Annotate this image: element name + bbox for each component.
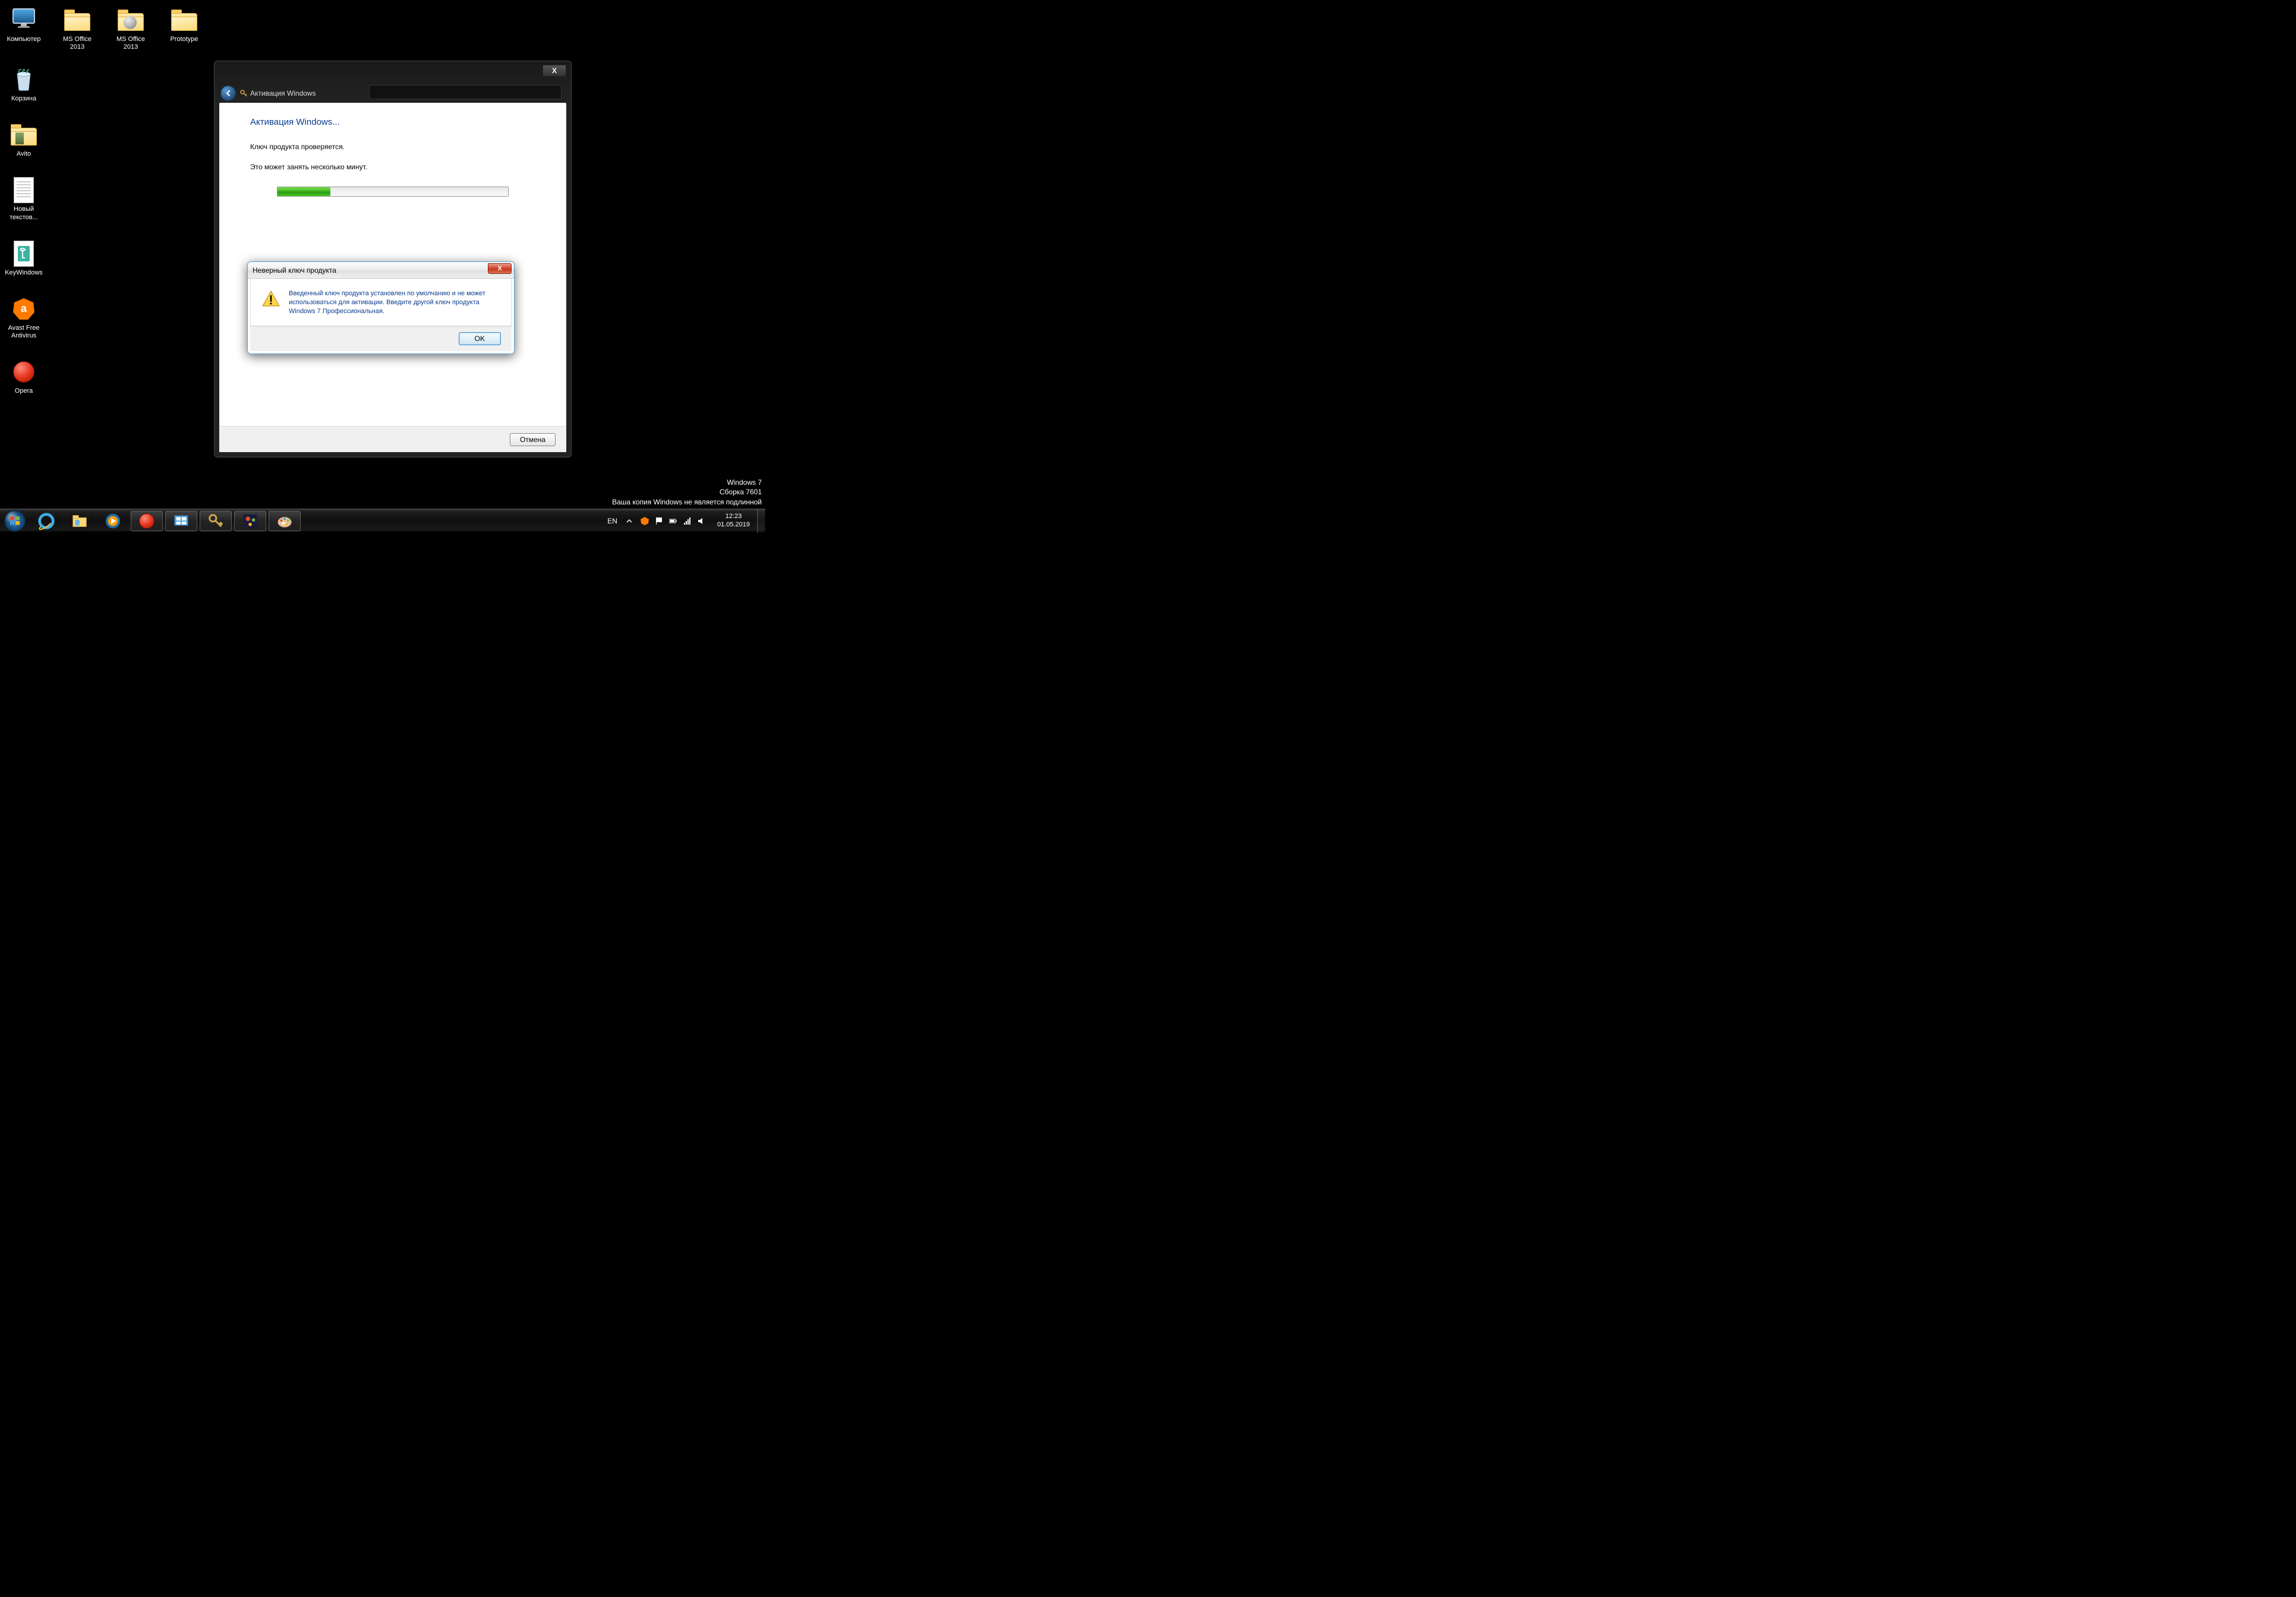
language-indicator[interactable]: EN bbox=[603, 517, 622, 525]
icon-label: Prototype bbox=[170, 36, 198, 43]
tray-battery-icon[interactable] bbox=[668, 516, 678, 526]
desktop-icon-textdoc[interactable]: Новый текстов... bbox=[3, 176, 45, 221]
address-area bbox=[369, 85, 562, 99]
close-button[interactable]: X bbox=[543, 65, 566, 77]
show-desktop-button[interactable] bbox=[757, 509, 764, 533]
taskbar-clock[interactable]: 12:23 01.05.2019 bbox=[712, 513, 755, 528]
messagebox-footer: OK bbox=[250, 326, 512, 351]
ok-button[interactable]: OK bbox=[459, 332, 501, 345]
progress-bar bbox=[277, 187, 509, 197]
opera-icon bbox=[10, 358, 38, 386]
folder-icon bbox=[116, 6, 145, 34]
taskbar-item-control[interactable] bbox=[165, 511, 197, 531]
windows-watermark: Windows 7 Сборка 7601 Ваша копия Windows… bbox=[612, 478, 762, 507]
cancel-button[interactable]: Отмена bbox=[510, 433, 556, 446]
tray-chevron-up-icon[interactable] bbox=[625, 516, 634, 526]
taskbar-items bbox=[30, 509, 302, 532]
messagebox: Неверный ключ продукта X Введенный ключ … bbox=[247, 261, 515, 354]
window-titlebar[interactable]: X Активация Windows bbox=[215, 61, 571, 98]
avast-icon: a bbox=[10, 295, 38, 323]
taskbar-item-activation[interactable] bbox=[200, 511, 232, 531]
messagebox-title: Неверный ключ продукта bbox=[253, 266, 336, 274]
desktop-icon-opera[interactable]: Opera bbox=[3, 358, 45, 395]
tray-network-icon[interactable] bbox=[683, 516, 692, 526]
messagebox-text: Введенный ключ продукта установлен по ум… bbox=[289, 289, 500, 316]
desktop-icon-avast[interactable]: a Avast Free Antivirus bbox=[3, 295, 45, 340]
icon-label: Корзина bbox=[11, 95, 36, 103]
recycle-bin-icon bbox=[10, 65, 38, 94]
taskbar-item-app[interactable] bbox=[234, 511, 266, 531]
desktop-icon-msoffice1[interactable]: MS Office 2013 bbox=[56, 6, 98, 51]
computer-icon bbox=[10, 6, 38, 34]
taskbar-item-explorer[interactable] bbox=[63, 509, 96, 532]
close-button[interactable]: X bbox=[488, 263, 512, 274]
windows-logo-icon bbox=[9, 515, 21, 527]
icon-label: Компьютер bbox=[7, 36, 41, 43]
icon-label: Opera bbox=[15, 387, 33, 395]
key-icon bbox=[239, 89, 248, 97]
desktop-icon-recyclebin[interactable]: Корзина bbox=[3, 65, 45, 103]
taskbar-item-ie[interactable] bbox=[30, 509, 63, 532]
icon-label: Новый текстов... bbox=[3, 206, 45, 221]
content-text: Это может занять несколько минут. bbox=[250, 163, 535, 171]
watermark-line: Сборка 7601 bbox=[612, 487, 762, 497]
clock-date: 01.05.2019 bbox=[717, 521, 750, 529]
desktop-icon-keywindows[interactable]: KeyWindows bbox=[3, 239, 45, 277]
desktop-icons: Компьютер MS Office 2013 MS Office 2013 … bbox=[3, 6, 205, 51]
tray-volume-icon[interactable] bbox=[697, 516, 707, 526]
icon-label: MS Office 2013 bbox=[56, 36, 98, 51]
content-heading: Активация Windows... bbox=[250, 117, 535, 127]
taskbar-item-mediaplayer[interactable] bbox=[96, 509, 130, 532]
back-button[interactable] bbox=[220, 86, 236, 101]
watermark-line: Windows 7 bbox=[612, 478, 762, 488]
desktop-icon-prototype[interactable]: Prototype bbox=[163, 6, 205, 51]
icon-label: KeyWindows bbox=[5, 269, 43, 277]
messagebox-titlebar[interactable]: Неверный ключ продукта X bbox=[248, 262, 514, 279]
taskbar-item-paint[interactable] bbox=[269, 511, 301, 531]
watermark-line: Ваша копия Windows не является подлинной bbox=[612, 497, 762, 507]
desktop-icon-msoffice2[interactable]: MS Office 2013 bbox=[110, 6, 152, 51]
content-text: Ключ продукта проверяется. bbox=[250, 143, 535, 151]
document-icon bbox=[10, 176, 38, 204]
icon-label: MS Office 2013 bbox=[110, 36, 152, 51]
window-footer: Отмена bbox=[219, 426, 566, 452]
window-title: Активация Windows bbox=[239, 89, 316, 97]
taskbar: EN 12:23 01.05.2019 bbox=[0, 509, 765, 532]
progress-fill bbox=[277, 187, 330, 196]
clock-time: 12:23 bbox=[717, 513, 750, 520]
desktop-col: Корзина Avito Новый текстов... KeyWindow… bbox=[3, 65, 45, 396]
tray-avast-icon[interactable] bbox=[640, 516, 649, 526]
tray-flag-icon[interactable] bbox=[654, 516, 664, 526]
icon-label: Avast Free Antivirus bbox=[3, 324, 45, 340]
activation-window: X Активация Windows Активация Windows...… bbox=[214, 61, 572, 457]
start-button[interactable] bbox=[0, 509, 30, 533]
desktop-icon-avito[interactable]: Avito bbox=[3, 121, 45, 158]
folder-icon bbox=[170, 6, 198, 34]
warning-icon bbox=[261, 289, 280, 308]
folder-icon bbox=[63, 6, 92, 34]
folder-icon bbox=[10, 121, 38, 149]
desktop-icon-computer[interactable]: Компьютер bbox=[3, 6, 45, 51]
taskbar-item-opera[interactable] bbox=[131, 511, 163, 531]
messagebox-body: Введенный ключ продукта установлен по ум… bbox=[250, 279, 512, 326]
system-tray: EN 12:23 01.05.2019 bbox=[603, 509, 765, 532]
icon-label: Avito bbox=[17, 150, 31, 158]
document-icon bbox=[10, 239, 38, 268]
